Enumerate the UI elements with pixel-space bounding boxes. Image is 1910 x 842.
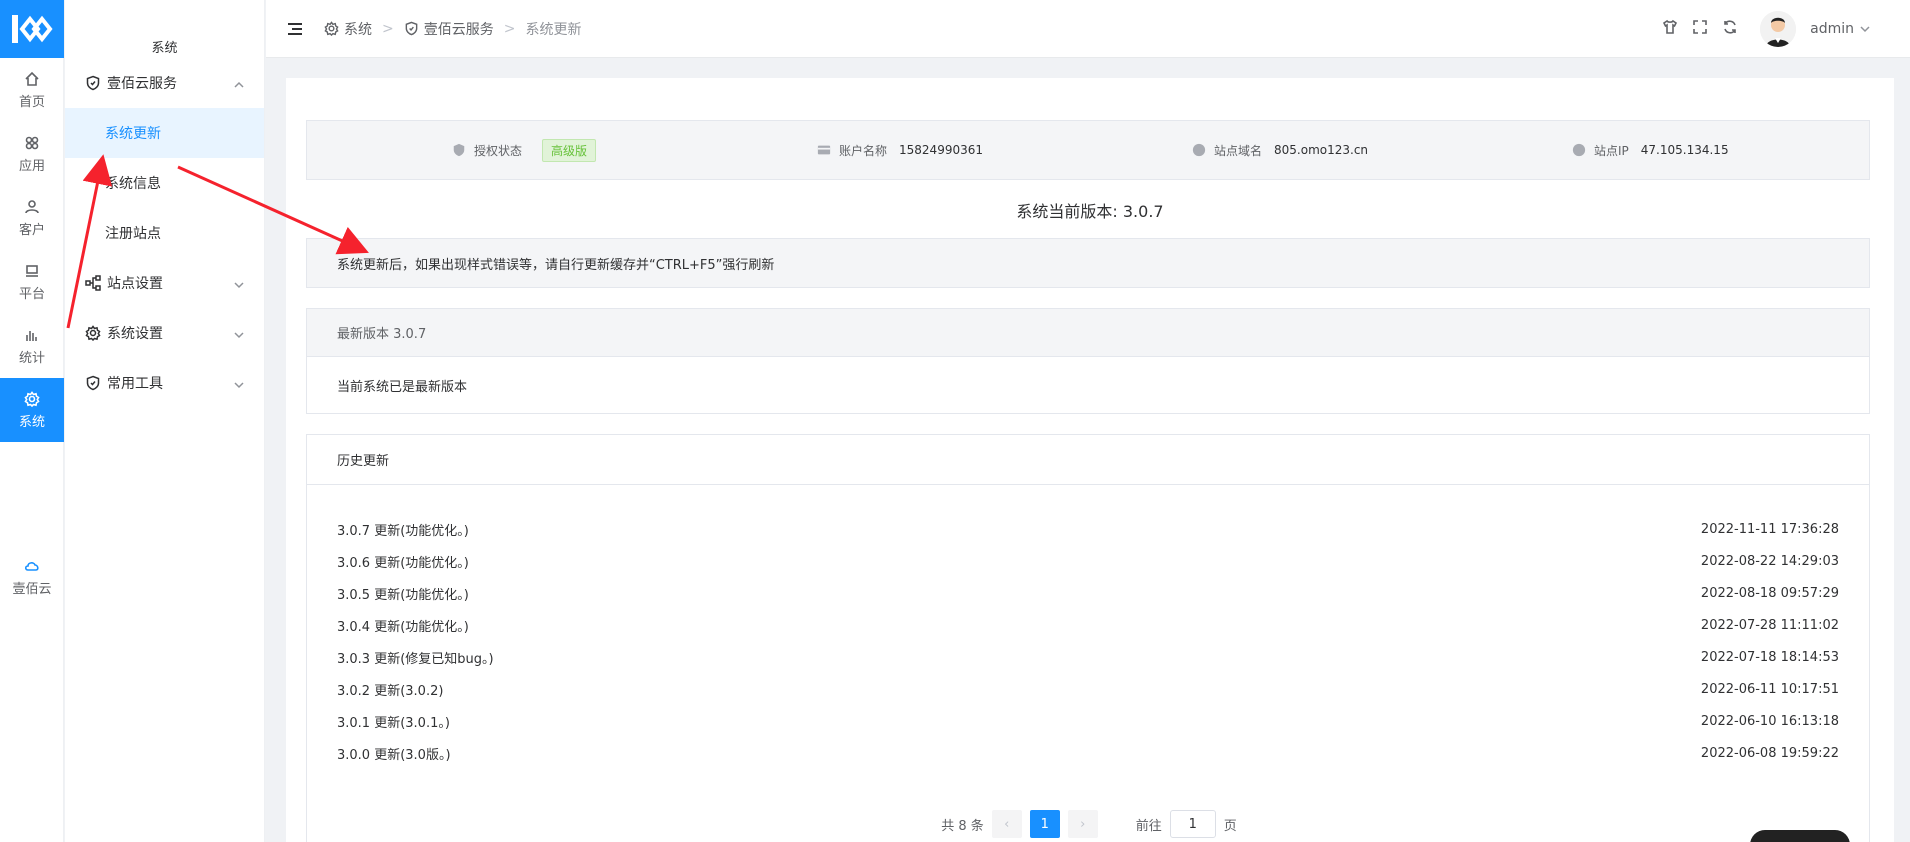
rail-item-label: 系统 xyxy=(18,414,45,430)
site-info-bar: 授权状态 高级版 账户名称 15824990361 站点域名 805.omo12… xyxy=(306,120,1870,180)
bar-chart-icon xyxy=(26,330,37,341)
ip-info: 站点IP 47.105.134.15 xyxy=(1572,121,1729,179)
breadcrumb-item-service[interactable]: 壹佰云服务 xyxy=(404,19,494,39)
rail-item-label: 平台 xyxy=(18,286,45,302)
fullscreen-icon[interactable] xyxy=(1692,19,1708,39)
sidebar-item-register-site[interactable]: 注册站点 xyxy=(65,208,264,258)
goto-label: 前往 xyxy=(1135,818,1162,834)
rail-item-apps[interactable]: 应用 xyxy=(0,122,64,186)
sidebar-title: 系统 xyxy=(151,41,178,56)
cloud-icon xyxy=(24,561,39,571)
sidebar-group-system-settings[interactable]: 系统设置 xyxy=(65,308,264,358)
breadcrumb-item-current: 系统更新 xyxy=(525,21,582,38)
breadcrumb-separator: > xyxy=(382,20,394,37)
latest-version-title: 最新版本 3.0.7 xyxy=(307,309,1869,357)
account-info: 账户名称 15824990361 xyxy=(817,121,983,179)
list-item: 3.0.1 更新(3.0.1。) 2022-06-10 16:13:18 xyxy=(337,713,1839,731)
main-content: 授权状态 高级版 账户名称 15824990361 站点域名 805.omo12… xyxy=(286,78,1894,842)
rail-item-platform[interactable]: 平台 xyxy=(0,250,64,314)
breadcrumb-separator: > xyxy=(503,20,516,37)
chevron-down-icon xyxy=(234,378,244,389)
list-item: 3.0.7 更新(功能优化。) 2022-11-11 17:36:28 xyxy=(337,521,1839,539)
breadcrumb: 系统 > 壹佰云服务 > 系统更新 xyxy=(324,19,581,39)
list-item: 3.0.2 更新(3.0.2) 2022-06-11 10:17:51 xyxy=(337,681,1839,699)
avatar[interactable] xyxy=(1760,10,1797,47)
sidebar-group-tools[interactable]: 常用工具 xyxy=(65,358,264,408)
top-header: 系统 > 壹佰云服务 > 系统更新 admin xyxy=(266,0,1910,58)
rail-item-label: 统计 xyxy=(18,350,45,366)
shield-check-icon xyxy=(453,143,465,157)
current-version: 系统当前版本: 3.0.7 xyxy=(1016,202,1164,221)
globe-icon xyxy=(1192,143,1206,157)
goto-page-input[interactable]: 1 xyxy=(1169,810,1216,838)
breadcrumb-item-system[interactable]: 系统 xyxy=(324,19,372,39)
sidebar-group-label: 常用工具 xyxy=(107,376,163,392)
sidebar-group-service[interactable]: 壹佰云服务 xyxy=(65,58,264,108)
list-item: 3.0.5 更新(功能优化。) 2022-08-18 09:57:29 xyxy=(337,585,1839,603)
next-page-button[interactable]: › xyxy=(1067,810,1098,838)
shield-icon xyxy=(85,375,101,391)
avatar-icon xyxy=(1760,10,1797,47)
latest-version-message: 当前系统已是最新版本 xyxy=(337,379,468,395)
gear-icon xyxy=(85,325,101,342)
header-actions: admin xyxy=(1662,10,1870,47)
rail-item-system[interactable]: 系统 xyxy=(0,378,64,442)
sidebar-group-label: 壹佰云服务 xyxy=(107,76,177,92)
page-suffix: 页 xyxy=(1223,818,1237,834)
card-icon xyxy=(817,145,831,155)
shield-icon xyxy=(405,21,418,36)
history-list: 3.0.7 更新(功能优化。) 2022-11-11 17:36:28 3.0.6… xyxy=(307,485,1869,769)
rail-item-home[interactable]: 首页 xyxy=(0,58,64,122)
auth-status: 授权状态 高级版 xyxy=(452,121,597,179)
ip-icon xyxy=(1572,143,1586,157)
chevron-down-icon xyxy=(1860,25,1870,32)
monitor-icon xyxy=(26,264,38,277)
app-logo[interactable] xyxy=(0,0,64,58)
chevron-down-icon xyxy=(234,278,244,289)
list-item: 3.0.0 更新(3.0版。) 2022-06-08 19:59:22 xyxy=(337,745,1839,763)
sitemap-icon xyxy=(85,275,101,291)
pagination: 共 8 条 ‹ 1 › 前往 1 页 xyxy=(307,810,1871,838)
sidebar-item-system-info[interactable]: 系统信息 xyxy=(65,158,264,208)
prev-page-button[interactable]: ‹ xyxy=(991,810,1022,838)
rail-item-label: 客户 xyxy=(18,222,45,238)
list-item: 3.0.6 更新(功能优化。) 2022-08-22 14:29:03 xyxy=(337,553,1839,571)
shield-icon xyxy=(85,75,101,91)
rail-item-label: 首页 xyxy=(18,94,45,110)
left-rail: 首页 应用 客户 平台 统计 系统 壹佰云 xyxy=(0,0,64,842)
rail-item-cloud[interactable]: 壹佰云 xyxy=(0,545,64,609)
domain-info: 站点域名 805.omo123.cn xyxy=(1192,121,1368,179)
sidebar-group-label: 站点设置 xyxy=(107,276,163,292)
chevron-down-icon xyxy=(234,328,244,339)
refresh-icon[interactable] xyxy=(1722,19,1738,39)
rail-item-stats[interactable]: 统计 xyxy=(0,314,64,378)
history-card: 历史更新 3.0.7 更新(功能优化。) 2022-11-11 17:36:28 … xyxy=(306,434,1870,842)
user-icon xyxy=(25,199,39,213)
latest-version-card: 最新版本 3.0.7 当前系统已是最新版本 xyxy=(306,308,1870,414)
pagination-total: 共 8 条 xyxy=(941,818,984,834)
sidebar-group-label: 系统设置 xyxy=(107,326,163,342)
home-icon xyxy=(25,71,39,86)
logo-icon xyxy=(12,15,53,43)
history-title: 历史更新 xyxy=(307,435,1869,485)
list-item: 3.0.4 更新(功能优化。) 2022-07-28 11:11:02 xyxy=(337,617,1839,635)
list-item: 3.0.3 更新(修复已知bug。) 2022-07-18 18:14:53 xyxy=(337,649,1839,667)
status-badge: 高级版 xyxy=(542,138,597,162)
gear-icon xyxy=(324,21,339,36)
apps-icon xyxy=(25,136,39,149)
page-number-current[interactable]: 1 xyxy=(1029,810,1060,838)
user-menu[interactable]: admin xyxy=(1810,21,1870,37)
rail-item-customers[interactable]: 客户 xyxy=(0,186,64,250)
rail-item-label: 壹佰云 xyxy=(12,581,52,597)
update-notice: 系统更新后，如果出现样式错误等，请自行更新缓存并“CTRL+F5”强行刷新 xyxy=(306,238,1870,288)
sidebar-group-site-settings[interactable]: 站点设置 xyxy=(65,258,264,308)
menu-toggle-icon[interactable] xyxy=(286,20,304,38)
sidebar-item-system-update[interactable]: 系统更新 xyxy=(65,108,264,158)
gear-icon xyxy=(24,390,40,407)
chevron-up-icon xyxy=(234,78,244,88)
rail-item-label: 应用 xyxy=(18,158,45,174)
sub-sidebar: 系统 壹佰云服务 系统更新 系统信息 注册站点 站点设置 系统设置 常用工具 xyxy=(65,0,265,842)
floating-widget[interactable] xyxy=(1750,830,1850,842)
theme-shirt-icon[interactable] xyxy=(1662,19,1678,39)
